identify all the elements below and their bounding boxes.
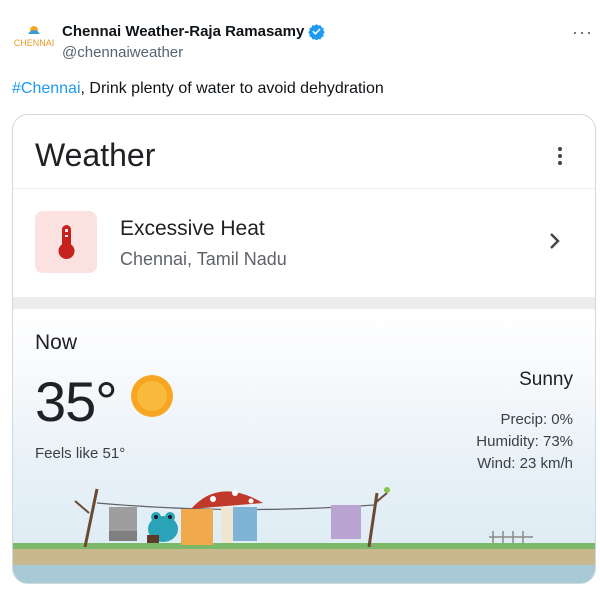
weather-card-image[interactable]: Weather Excessive Heat Chennai, Tamil Na… bbox=[12, 114, 596, 584]
now-label: Now bbox=[35, 331, 78, 354]
alert-location: Chennai, Tamil Nadu bbox=[120, 249, 287, 269]
current-temperature: 35° bbox=[35, 370, 118, 433]
tweet-text: #Chennai, Drink plenty of water to avoid… bbox=[12, 80, 384, 98]
weather-scene-illustration bbox=[13, 487, 595, 583]
current-conditions-panel: Now 35° Feels like 51° Sunny Precip: 0% … bbox=[13, 309, 595, 583]
chevron-right-icon bbox=[550, 233, 560, 249]
author-name-row[interactable]: Chennai Weather-Raja Ramasamy bbox=[62, 23, 326, 40]
author-handle[interactable]: @chennaiweather bbox=[62, 44, 183, 61]
kebab-menu-icon bbox=[557, 147, 563, 167]
author-name[interactable]: Chennai Weather-Raja Ramasamy bbox=[62, 23, 304, 40]
section-separator bbox=[13, 297, 595, 309]
humidity-stat: Humidity: 73% bbox=[476, 433, 573, 450]
chennai-weather-logo: CHENNAI bbox=[14, 26, 55, 48]
heat-alert-row: Excessive Heat Chennai, Tamil Nadu bbox=[13, 189, 595, 297]
avatar[interactable]: CHENNAI bbox=[12, 20, 56, 64]
more-icon[interactable]: ··· bbox=[572, 22, 593, 43]
wind-stat: Wind: 23 km/h bbox=[477, 455, 573, 472]
condition-label: Sunny bbox=[519, 369, 573, 390]
avatar-text: CHENNAI bbox=[14, 38, 55, 48]
alert-title: Excessive Heat bbox=[120, 217, 265, 240]
tweet-body: , Drink plenty of water to avoid dehydra… bbox=[80, 80, 384, 97]
alert-icon-tile bbox=[35, 211, 97, 273]
weather-title: Weather bbox=[35, 137, 156, 173]
precip-stat: Precip: 0% bbox=[500, 411, 573, 428]
sun-icon bbox=[131, 375, 173, 417]
thermometer-icon bbox=[58, 225, 75, 259]
feels-like: Feels like 51° bbox=[35, 445, 126, 462]
verified-badge-icon bbox=[308, 24, 326, 40]
hashtag-link[interactable]: #Chennai bbox=[12, 80, 81, 97]
